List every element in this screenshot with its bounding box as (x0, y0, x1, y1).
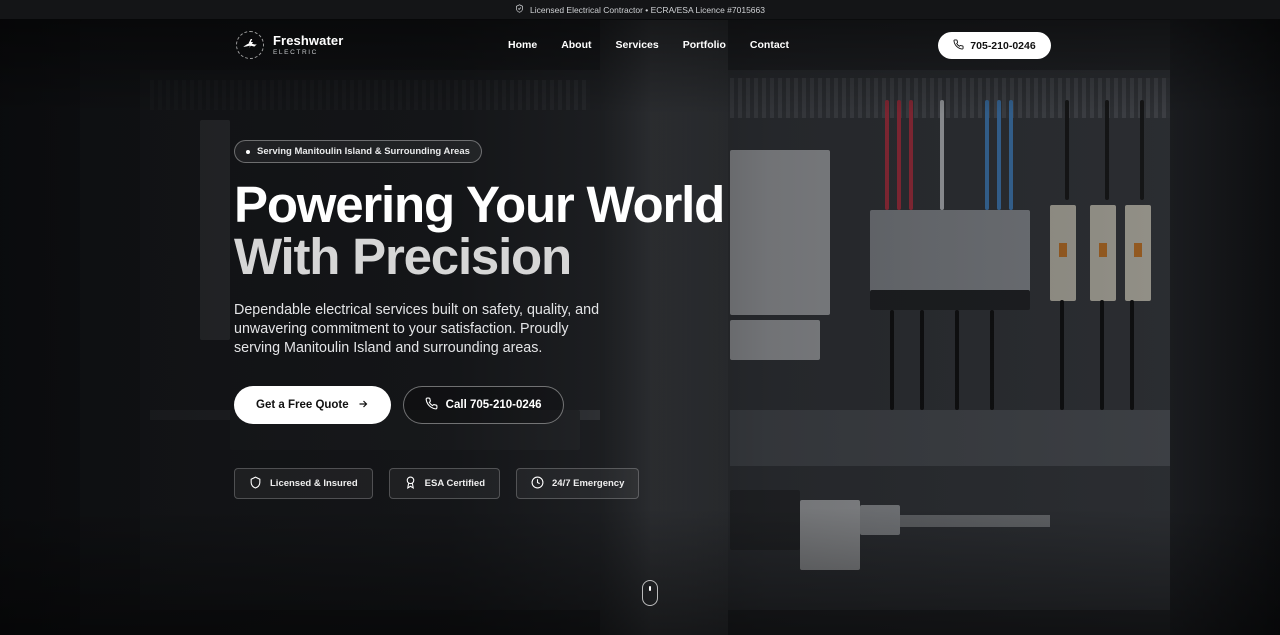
dot-icon (246, 149, 250, 154)
call-button-label: Call 705-210-0246 (445, 399, 542, 411)
service-area-text: Serving Manitoulin Island & Surrounding … (257, 146, 470, 157)
service-area-pill: Serving Manitoulin Island & Surrounding … (234, 140, 482, 163)
badge-emergency: 24/7 Emergency (516, 468, 640, 499)
logo-tagline: ELECTRIC (273, 48, 318, 56)
badge-label: Licensed & Insured (270, 478, 358, 489)
hero-cta-group: Get a Free Quote Call 705-210-0246 (234, 386, 754, 424)
call-button[interactable]: Call 705-210-0246 (402, 386, 564, 424)
mouse-scroll-icon[interactable] (642, 580, 658, 606)
licence-bar: Licensed Electrical Contractor • ECRA/ES… (0, 0, 1280, 19)
nav-portfolio[interactable]: Portfolio (683, 39, 726, 51)
badge-label: ESA Certified (424, 478, 485, 489)
main-nav: Home About Services Portfolio Contact (508, 39, 789, 51)
award-icon (404, 476, 417, 492)
licence-text: Licensed Electrical Contractor • ECRA/ES… (530, 4, 765, 15)
badge-label: 24/7 Emergency (552, 478, 625, 489)
header-phone-label: 705-210-0246 (970, 39, 1036, 52)
header-phone-button[interactable]: 705-210-0246 (938, 32, 1051, 59)
phone-icon (953, 38, 964, 53)
trust-badges: Licensed & Insured ESA Certified 24/7 Em… (234, 468, 754, 499)
badge-esa: ESA Certified (388, 468, 500, 499)
get-quote-label: Get a Free Quote (256, 399, 349, 411)
hero-title-line1: Powering Your World (234, 176, 725, 233)
phone-icon (425, 397, 438, 413)
site-header: Freshwater ELECTRIC Home About Services … (0, 19, 1280, 75)
nav-services[interactable]: Services (616, 39, 659, 51)
nav-contact[interactable]: Contact (750, 39, 789, 51)
hero-section: Serving Manitoulin Island & Surrounding … (234, 140, 754, 499)
hero-title-line2: With Precision (234, 228, 572, 285)
nav-about[interactable]: About (561, 39, 591, 51)
shield-check-icon (515, 4, 524, 15)
logo-emblem-icon (236, 31, 264, 59)
shield-icon (249, 475, 262, 492)
logo[interactable]: Freshwater ELECTRIC (236, 31, 343, 59)
clock-icon (531, 476, 544, 492)
hero-title: Powering Your World With Precision (234, 179, 754, 283)
badge-licensed: Licensed & Insured (234, 468, 373, 499)
get-quote-button[interactable]: Get a Free Quote (234, 386, 391, 424)
hero-description: Dependable electrical services built on … (234, 302, 600, 356)
nav-home[interactable]: Home (508, 39, 537, 51)
logo-name: Freshwater (273, 32, 344, 48)
arrow-right-icon (357, 398, 369, 413)
